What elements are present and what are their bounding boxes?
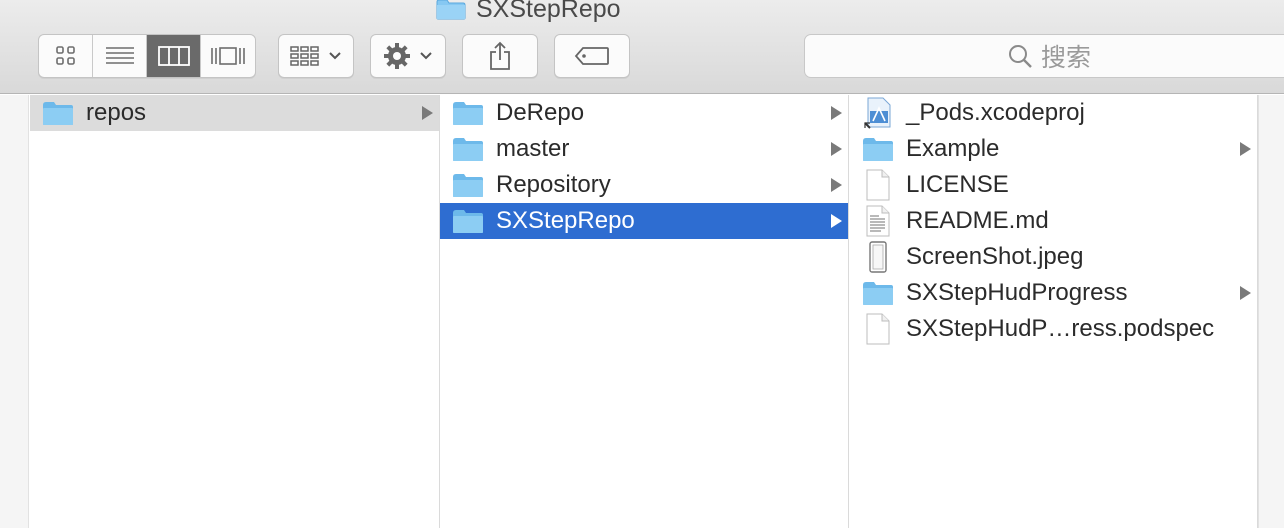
item-label: Repository bbox=[496, 171, 611, 198]
list-view-button[interactable] bbox=[93, 35, 147, 77]
disclosure-arrow-icon bbox=[831, 142, 842, 156]
item-label: DeRepo bbox=[496, 99, 585, 126]
list-item[interactable]: Example bbox=[850, 131, 1257, 167]
item-label: repos bbox=[86, 99, 147, 126]
list-item[interactable]: LICENSE bbox=[850, 167, 1257, 203]
list-item[interactable]: DeRepo bbox=[440, 95, 848, 131]
image-file-icon bbox=[862, 241, 894, 273]
grid-icon bbox=[55, 46, 75, 65]
item-label: master bbox=[496, 135, 570, 162]
list-item[interactable]: Repository bbox=[440, 167, 848, 203]
folder-icon bbox=[862, 277, 894, 309]
document-icon bbox=[862, 313, 894, 345]
list-item[interactable]: SXStepHudP…ress.podspec bbox=[850, 311, 1257, 347]
list-item[interactable]: master bbox=[440, 131, 848, 167]
xcode-project-icon bbox=[862, 97, 894, 129]
disclosure-arrow-icon bbox=[831, 214, 842, 228]
view-mode-control bbox=[38, 34, 256, 78]
folder-icon bbox=[862, 133, 894, 165]
gear-icon bbox=[384, 43, 410, 69]
disclosure-arrow-icon bbox=[831, 106, 842, 120]
search-icon bbox=[1008, 45, 1032, 68]
disclosure-arrow-icon bbox=[422, 106, 433, 120]
search-field[interactable]: 搜索 bbox=[804, 34, 1284, 78]
arrange-button[interactable] bbox=[278, 34, 354, 78]
item-label: SXStepHudProgress bbox=[906, 279, 1128, 306]
column-view-button[interactable] bbox=[147, 35, 201, 77]
toolbar: SXStepRepo 搜索 bbox=[0, 0, 1284, 94]
search-placeholder: 搜索 bbox=[1040, 44, 1091, 72]
folder-icon bbox=[452, 97, 484, 129]
window-title-text: SXStepRepo bbox=[476, 0, 621, 23]
tag-button[interactable] bbox=[554, 34, 630, 78]
cover-flow-icon bbox=[211, 47, 245, 65]
list-item[interactable]: README.md bbox=[850, 203, 1257, 239]
action-menu-button[interactable] bbox=[370, 34, 446, 78]
disclosure-arrow-icon bbox=[1240, 286, 1251, 300]
right-gutter bbox=[1258, 95, 1284, 528]
list-item-selected[interactable]: SXStepRepo bbox=[440, 203, 848, 239]
list-item[interactable]: repos bbox=[30, 95, 439, 131]
tag-icon bbox=[574, 47, 609, 65]
folder-icon bbox=[42, 97, 74, 129]
cover-flow-view-button[interactable] bbox=[201, 35, 255, 77]
folder-icon bbox=[452, 205, 484, 237]
browser-column-3: _Pods.xcodeproj Example LICENSE README.m… bbox=[850, 95, 1258, 528]
chevron-down-icon bbox=[329, 52, 341, 60]
item-label: _Pods.xcodeproj bbox=[906, 99, 1085, 126]
item-label: ScreenShot.jpeg bbox=[906, 243, 1084, 270]
disclosure-arrow-icon bbox=[831, 178, 842, 192]
list-item[interactable]: _Pods.xcodeproj bbox=[850, 95, 1257, 131]
left-gutter bbox=[0, 95, 29, 528]
window-title: SXStepRepo bbox=[436, 0, 621, 24]
chevron-down-icon bbox=[420, 52, 432, 60]
folder-icon bbox=[452, 133, 484, 165]
item-label: LICENSE bbox=[906, 171, 1009, 198]
list-item[interactable]: SXStepHudProgress bbox=[850, 275, 1257, 311]
text-document-icon bbox=[862, 205, 894, 237]
item-label: Example bbox=[906, 135, 1000, 162]
item-label: README.md bbox=[906, 207, 1049, 234]
columns-icon bbox=[157, 46, 190, 66]
item-label: SXStepRepo bbox=[496, 207, 635, 234]
browser-column-1: repos bbox=[30, 95, 440, 528]
share-button[interactable] bbox=[462, 34, 538, 78]
folder-icon bbox=[436, 0, 466, 20]
document-icon bbox=[862, 169, 894, 201]
browser-column-2: DeRepo master Repository SXStepRepo bbox=[440, 95, 849, 528]
arrange-grid-icon bbox=[290, 46, 319, 66]
disclosure-arrow-icon bbox=[1240, 142, 1251, 156]
share-icon bbox=[490, 41, 510, 70]
icon-view-button[interactable] bbox=[39, 35, 93, 77]
folder-icon bbox=[452, 169, 484, 201]
list-item[interactable]: ScreenShot.jpeg bbox=[850, 239, 1257, 275]
item-label: SXStepHudP…ress.podspec bbox=[906, 315, 1215, 342]
list-icon bbox=[105, 47, 134, 64]
